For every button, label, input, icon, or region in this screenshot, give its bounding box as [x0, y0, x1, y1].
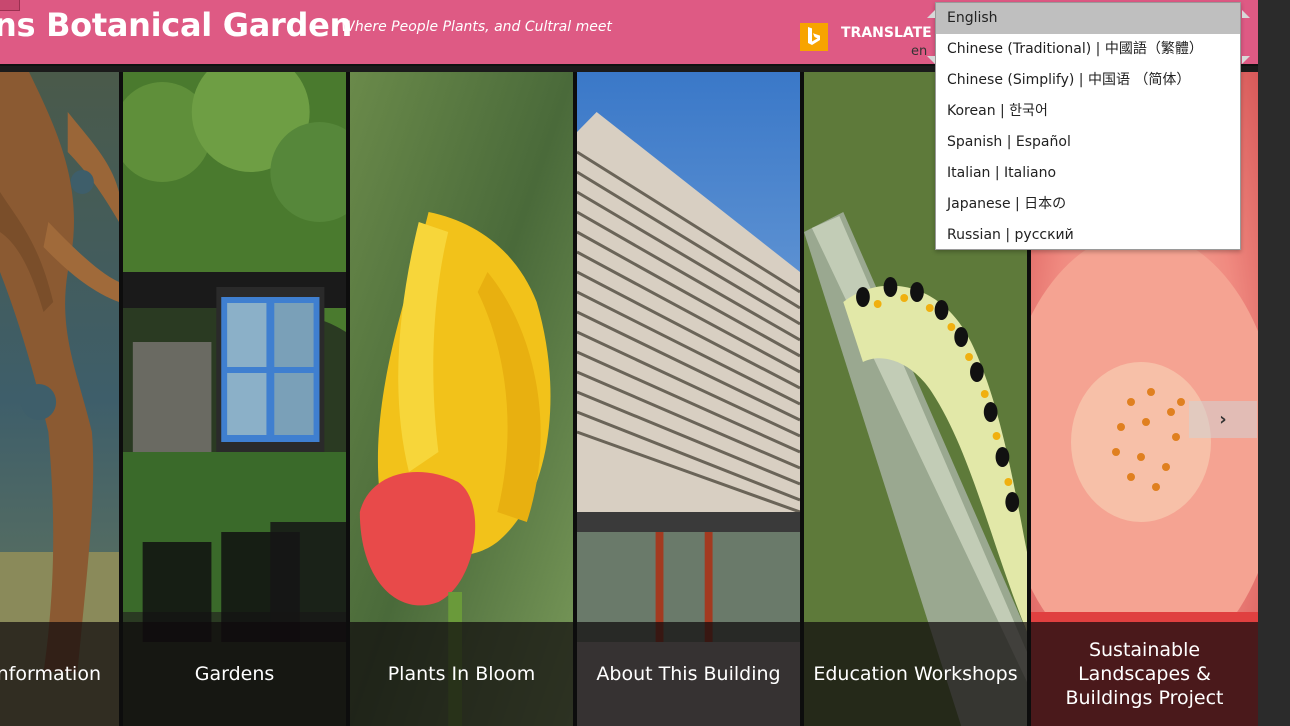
translate-button[interactable]: TRANSLATE — [841, 25, 932, 41]
resize-handle-icon[interactable] — [1242, 10, 1250, 18]
language-option-chinese-simplified[interactable]: Chinese (Simplify) | 中国语 （简体） — [936, 65, 1240, 96]
right-scroll-strip — [1258, 0, 1290, 726]
tile-caption: About This Building — [577, 622, 800, 726]
tile-caption: nformation — [0, 622, 119, 726]
language-option-italian[interactable]: Italian | Italiano — [936, 158, 1240, 189]
tile-information[interactable]: nformation — [0, 72, 123, 726]
tile-label-information: nformation — [0, 663, 101, 685]
language-option-japanese[interactable]: Japanese | 日本の — [936, 189, 1240, 220]
next-tiles-button[interactable]: › — [1189, 401, 1257, 438]
tile-label-sustainable-landscapes: Sustainable Landscapes & Buildings Proje… — [1065, 639, 1224, 709]
language-option-spanish[interactable]: Spanish | Español — [936, 127, 1240, 158]
site-title[interactable]: ns Botanical Garden — [0, 6, 352, 44]
tile-label-about-this-building: About This Building — [596, 663, 781, 685]
language-option-korean[interactable]: Korean | 한국어 — [936, 96, 1240, 127]
language-code: en — [911, 44, 928, 59]
tile-gardens[interactable]: Gardens — [123, 72, 350, 726]
language-option-russian[interactable]: Russian | русский — [936, 220, 1240, 251]
language-option-chinese-traditional[interactable]: Chinese (Traditional) | 中國語（繁體） — [936, 34, 1240, 65]
tile-label-gardens: Gardens — [194, 663, 275, 685]
tile-about-this-building[interactable]: About This Building — [577, 72, 804, 726]
resize-handle-icon[interactable] — [927, 10, 935, 18]
site-tagline: Where People Plants, and Cultral meet — [341, 19, 612, 35]
resize-handle-icon[interactable] — [927, 56, 935, 64]
chevron-right-icon: › — [1219, 409, 1227, 430]
tile-caption: Plants In Bloom — [350, 622, 573, 726]
language-option-english[interactable]: English — [936, 3, 1240, 34]
language-dropdown[interactable]: English Chinese (Traditional) | 中國語（繁體） … — [935, 2, 1241, 250]
resize-handle-icon[interactable] — [1242, 56, 1250, 64]
app-window: ns Botanical Garden Where People Plants,… — [0, 0, 1290, 726]
tile-caption: Education Workshops — [804, 622, 1027, 726]
tile-label-education-workshops: Education Workshops — [813, 663, 1018, 685]
tile-caption: Sustainable Landscapes & Buildings Proje… — [1031, 622, 1258, 726]
tile-caption: Gardens — [123, 622, 346, 726]
tile-label-plants-in-bloom: Plants In Bloom — [387, 663, 536, 685]
bing-logo-icon — [800, 23, 828, 51]
tile-plants-in-bloom[interactable]: Plants In Bloom — [350, 72, 577, 726]
